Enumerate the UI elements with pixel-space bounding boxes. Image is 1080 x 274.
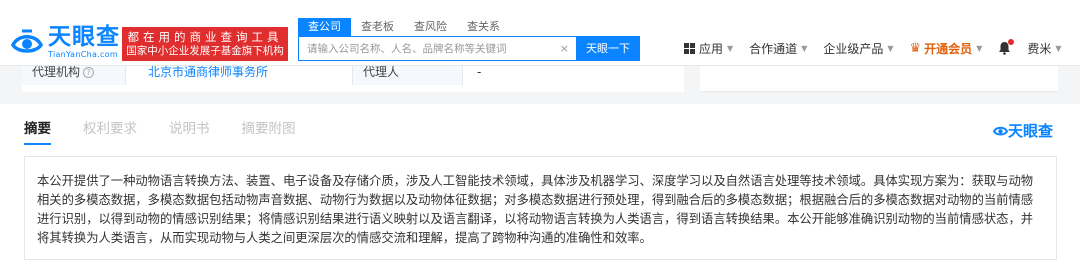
nav-app-label: 应用 <box>699 41 724 56</box>
abstract-text: 本公开提供了一种动物语言转换方法、装置、电子设备及存储介质，涉及人工智能技术领域… <box>24 156 1057 260</box>
search-tabs: 查公司 查老板 查风险 查关系 <box>298 18 510 36</box>
tab-claims[interactable]: 权利要求 <box>83 120 137 138</box>
notification-dot <box>1008 39 1015 45</box>
caret-down-icon: ▼ <box>1055 43 1062 53</box>
watermark-logo: 天眼查 <box>993 120 1053 141</box>
info-row: 代理机构? 北京市通商律师事务所 代理人 - <box>22 66 684 85</box>
nav-channel[interactable]: 合作通道 ▼ <box>749 40 807 57</box>
caret-down-icon: ▼ <box>801 43 808 53</box>
detail-tabs: 摘要 权利要求 说明书 摘要附图 <box>24 120 328 145</box>
patent-detail-card: 摘要 权利要求 说明书 摘要附图 天眼查 本公开提供了一种动物语言转换方法、装置… <box>0 104 1080 274</box>
patent-info-table: 代理机构? 北京市通商律师事务所 代理人 - <box>22 66 684 92</box>
nav-user-label: 费米 <box>1027 41 1052 56</box>
nav-enterprise-label: 企业级产品 <box>823 41 884 56</box>
search-tab-boss[interactable]: 查老板 <box>351 18 404 36</box>
slogan-banner: 都在用的商业查询工具 国家中小企业发展子基金旗下机构 <box>122 27 288 61</box>
agent-label: 代理人 <box>353 66 463 85</box>
logo-name: 天眼查 <box>48 24 120 50</box>
tab-description[interactable]: 说明书 <box>169 120 210 138</box>
logo-eye-icon <box>10 25 44 59</box>
search-button[interactable]: 天眼一下 <box>576 36 640 61</box>
nav-vip-label: 开通会员 <box>924 41 973 56</box>
grid-icon <box>684 42 695 54</box>
caret-down-icon: ▼ <box>727 43 734 53</box>
nav-app[interactable]: 应用 ▼ <box>684 40 733 57</box>
search-box: × <box>298 36 576 61</box>
top-header: 天眼查 TianYanCha.com 都在用的商业查询工具 国家中小企业发展子基… <box>0 0 1080 66</box>
caret-down-icon: ▼ <box>887 43 894 53</box>
crown-icon: ♛ <box>909 40 922 56</box>
clear-icon[interactable]: × <box>560 42 569 55</box>
logo-eye-icon <box>993 126 1008 136</box>
agency-value[interactable]: 北京市通商律师事务所 <box>126 66 353 85</box>
agency-label: 代理机构? <box>22 66 126 85</box>
side-card <box>700 66 1058 92</box>
logo-url: TianYanCha.com <box>48 50 118 59</box>
nav-channel-label: 合作通道 <box>749 41 798 56</box>
search-tab-relation[interactable]: 查关系 <box>457 18 510 36</box>
nav-vip[interactable]: ♛ 开通会员 ▼ <box>910 40 983 57</box>
nav-user[interactable]: 费米 ▼ <box>1027 40 1061 57</box>
agent-value: - <box>477 66 482 79</box>
slogan-line-2: 国家中小企业发展子基金旗下机构 <box>126 45 284 57</box>
search-tab-risk[interactable]: 查风险 <box>404 18 457 36</box>
site-logo[interactable]: 天眼查 TianYanCha.com <box>10 24 120 59</box>
slogan-line-1: 都在用的商业查询工具 <box>127 30 283 44</box>
nav-enterprise[interactable]: 企业级产品 ▼ <box>823 40 893 57</box>
search-tab-company[interactable]: 查公司 <box>298 18 351 36</box>
bell-icon[interactable] <box>998 39 1015 55</box>
watermark-text: 天眼查 <box>1008 122 1054 140</box>
caret-down-icon: ▼ <box>976 43 983 53</box>
tab-abstract-figure[interactable]: 摘要附图 <box>242 120 296 138</box>
tab-abstract[interactable]: 摘要 <box>24 120 51 145</box>
search-input[interactable] <box>299 37 576 61</box>
top-nav: 应用 ▼ 合作通道 ▼ 企业级产品 ▼ ♛ 开通会员 ▼ 费米 ▼ <box>684 38 1078 58</box>
help-icon[interactable]: ? <box>83 67 95 78</box>
